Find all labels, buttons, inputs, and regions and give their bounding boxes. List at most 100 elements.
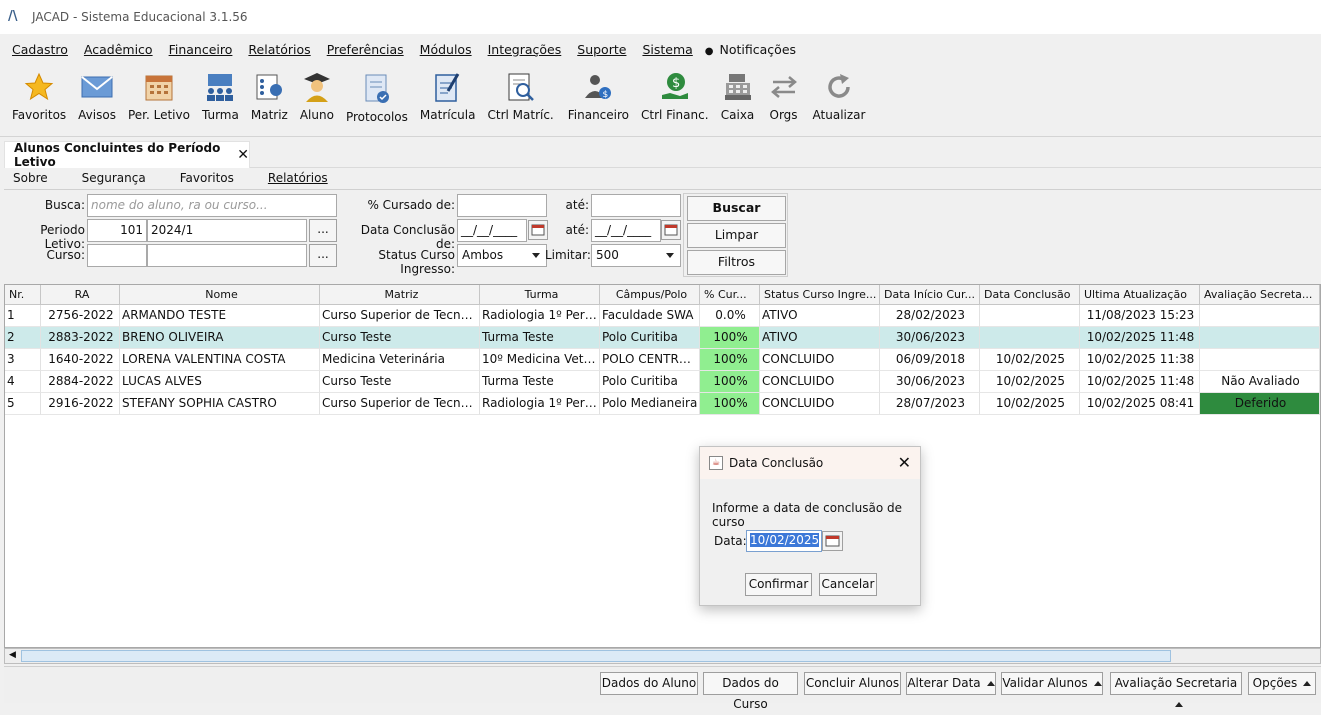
java-cup-icon: ☕ <box>709 456 723 470</box>
menu-modulos[interactable]: Módulos <box>420 42 472 57</box>
toolbar-ctrl-matric-button[interactable]: Ctrl Matríc. <box>481 70 559 132</box>
limitar-select[interactable]: 500 <box>591 244 681 267</box>
col-nr[interactable]: Nr. <box>5 285 41 304</box>
cell-turma: Turma Teste <box>480 327 600 349</box>
dialog-title: Data Conclusão <box>729 456 824 470</box>
scroll-left-icon[interactable]: ◀ <box>9 650 16 660</box>
toolbar-avisos-button[interactable]: Avisos <box>72 70 122 132</box>
students-table[interactable]: Nr. RA Nome Matriz Turma Câmpus/Polo % C… <box>4 284 1321 648</box>
menu-cadastro[interactable]: Cadastro <box>12 42 68 57</box>
toolbar-ctrl-matric-label: Ctrl Matríc. <box>487 108 554 122</box>
table-row[interactable]: 5 2916-2022 STEFANY SOPHIA CASTRO Curso Sup… <box>5 393 1320 415</box>
menu-suporte[interactable]: Suporte <box>577 42 626 57</box>
menu-relatorios[interactable]: Relatórios <box>248 42 310 57</box>
periodo-lookup-button[interactable]: ... <box>309 219 337 242</box>
menu-notificacoes[interactable]: ● Notificações <box>705 42 796 57</box>
submenu-seguranca[interactable]: Segurança <box>82 171 163 185</box>
dialog-date-input[interactable]: 10/02/2025 <box>746 530 822 552</box>
confirmar-button[interactable]: Confirmar <box>745 573 812 596</box>
busca-input[interactable]: nome do aluno, ra ou curso... <box>87 194 337 217</box>
table-row[interactable]: 1 2756-2022 ARMANDO TESTE Curso Superior de… <box>5 305 1320 327</box>
col-turma[interactable]: Turma <box>480 285 600 304</box>
cursado-label: % Cursado de: <box>367 198 455 212</box>
cell-avaliacao: Deferido <box>1200 393 1320 415</box>
calendar-to-button[interactable] <box>661 220 681 240</box>
toolbar-orgs-label: Orgs <box>769 108 798 122</box>
cell-data-conclusao: 10/02/2025 <box>980 371 1080 393</box>
concluir-alunos-button[interactable]: Concluir Alunos <box>804 672 901 695</box>
cancelar-button[interactable]: Cancelar <box>819 573 877 596</box>
menu-integracoes[interactable]: Integrações <box>488 42 562 57</box>
toolbar-matriz-button[interactable]: Matriz <box>245 70 294 132</box>
dados-aluno-button[interactable]: Dados do Aluno <box>600 672 698 695</box>
validar-alunos-button[interactable]: Validar Alunos <box>1001 672 1103 695</box>
toolbar-aluno-button[interactable]: Aluno <box>294 70 340 132</box>
cell-ra: 2884-2022 <box>41 371 120 393</box>
cell-avaliacao <box>1200 327 1320 349</box>
toolbar-per-letivo-button[interactable]: Per. Letivo <box>122 70 196 132</box>
col-ra[interactable]: RA <box>41 285 120 304</box>
opcoes-button[interactable]: Opções <box>1248 672 1316 695</box>
alterar-data-button[interactable]: Alterar Data <box>906 672 996 695</box>
col-avaliacao[interactable]: Avaliação Secreta... <box>1200 285 1320 304</box>
conclusao-to-input[interactable]: __/__/____ <box>591 219 661 242</box>
toolbar-turma-button[interactable]: Turma <box>196 70 245 132</box>
col-nome[interactable]: Nome <box>120 285 320 304</box>
close-icon[interactable]: ✕ <box>898 453 911 472</box>
calendar-from-button[interactable] <box>528 220 548 240</box>
toolbar-avisos-label: Avisos <box>78 108 116 122</box>
col-data-conclusao[interactable]: Data Conclusão <box>980 285 1080 304</box>
dialog-message: Informe a data de conclusão de curso <box>712 501 902 529</box>
curso-name-input[interactable] <box>147 244 307 267</box>
col-data-inicio[interactable]: Data Início Cur... <box>880 285 980 304</box>
dialog-calendar-button[interactable] <box>822 531 843 551</box>
periodo-code-input[interactable]: 101 <box>87 219 147 242</box>
scrollbar-thumb[interactable] <box>21 650 1171 662</box>
toolbar-favoritos-button[interactable]: Favoritos <box>6 70 72 132</box>
col-percent[interactable]: % Cur... <box>700 285 760 304</box>
cursado-to-input[interactable] <box>591 194 681 217</box>
avaliacao-secretaria-button[interactable]: Avaliação Secretaria <box>1110 672 1242 707</box>
toolbar-atualizar-label: Atualizar <box>812 108 866 122</box>
conclusao-from-input[interactable]: __/__/____ <box>457 219 527 242</box>
table-row[interactable]: 4 2884-2022 LUCAS ALVES Curso Teste Turma Te… <box>5 371 1320 393</box>
toolbar-financeiro-button[interactable]: $ Financeiro <box>560 70 635 132</box>
col-ultima-atualizacao[interactable]: Ultima Atualização <box>1080 285 1200 304</box>
cell-percent: 100% <box>700 371 760 393</box>
submenu-sobre[interactable]: Sobre <box>13 171 65 185</box>
col-status[interactable]: Status Curso Ingre... <box>760 285 880 304</box>
horizontal-scrollbar[interactable]: ◀ <box>4 648 1321 664</box>
toolbar-matricula-button[interactable]: Matrícula <box>414 70 482 132</box>
star-icon <box>22 70 56 104</box>
toolbar-caixa-button[interactable]: Caixa <box>715 70 761 132</box>
buscar-button[interactable]: Buscar <box>687 196 786 221</box>
menu-financeiro[interactable]: Financeiro <box>169 42 233 57</box>
title-bar: /\ JACAD - Sistema Educacional 3.1.56 <box>0 0 1321 34</box>
submenu-favoritos[interactable]: Favoritos <box>180 171 251 185</box>
submenu-relatorios[interactable]: Relatórios <box>268 171 345 185</box>
cell-turma: 10º Medicina Veteri... <box>480 349 600 371</box>
cursado-from-input[interactable] <box>457 194 547 217</box>
toolbar-orgs-button[interactable]: Orgs <box>761 70 807 132</box>
status-select[interactable]: Ambos <box>457 244 547 267</box>
menu-preferencias[interactable]: Preferências <box>327 42 404 57</box>
menu-academico[interactable]: Acadêmico <box>84 42 153 57</box>
curso-code-input[interactable] <box>87 244 147 267</box>
limpar-button[interactable]: Limpar <box>687 223 786 248</box>
document-search-icon <box>504 70 538 104</box>
tab-alunos-concluintes[interactable]: Alunos Concluintes do Período Letivo ✕ <box>4 141 250 169</box>
toolbar-protocolos-button[interactable]: Protocolos <box>340 70 414 132</box>
table-row[interactable]: 2 2883-2022 BRENO OLIVEIRA Curso Teste Turma… <box>5 327 1320 349</box>
close-icon[interactable]: ✕ <box>237 147 249 163</box>
menu-sistema[interactable]: Sistema <box>642 42 692 57</box>
table-row[interactable]: 3 1640-2022 LORENA VALENTINA COSTA Medicina… <box>5 349 1320 371</box>
filtros-button[interactable]: Filtros <box>687 250 786 275</box>
cell-ra: 2883-2022 <box>41 327 120 349</box>
dados-curso-button[interactable]: Dados do Curso <box>703 672 798 711</box>
toolbar-per-letivo-label: Per. Letivo <box>127 108 190 122</box>
periodo-value-input[interactable]: 2024/1 <box>147 219 307 242</box>
toolbar-atualizar-button[interactable]: Atualizar <box>807 70 872 132</box>
col-campus[interactable]: Câmpus/Polo <box>600 285 700 304</box>
toolbar-ctrl-financ-button[interactable]: $ Ctrl Financ. <box>635 70 715 132</box>
col-matriz[interactable]: Matriz <box>320 285 480 304</box>
